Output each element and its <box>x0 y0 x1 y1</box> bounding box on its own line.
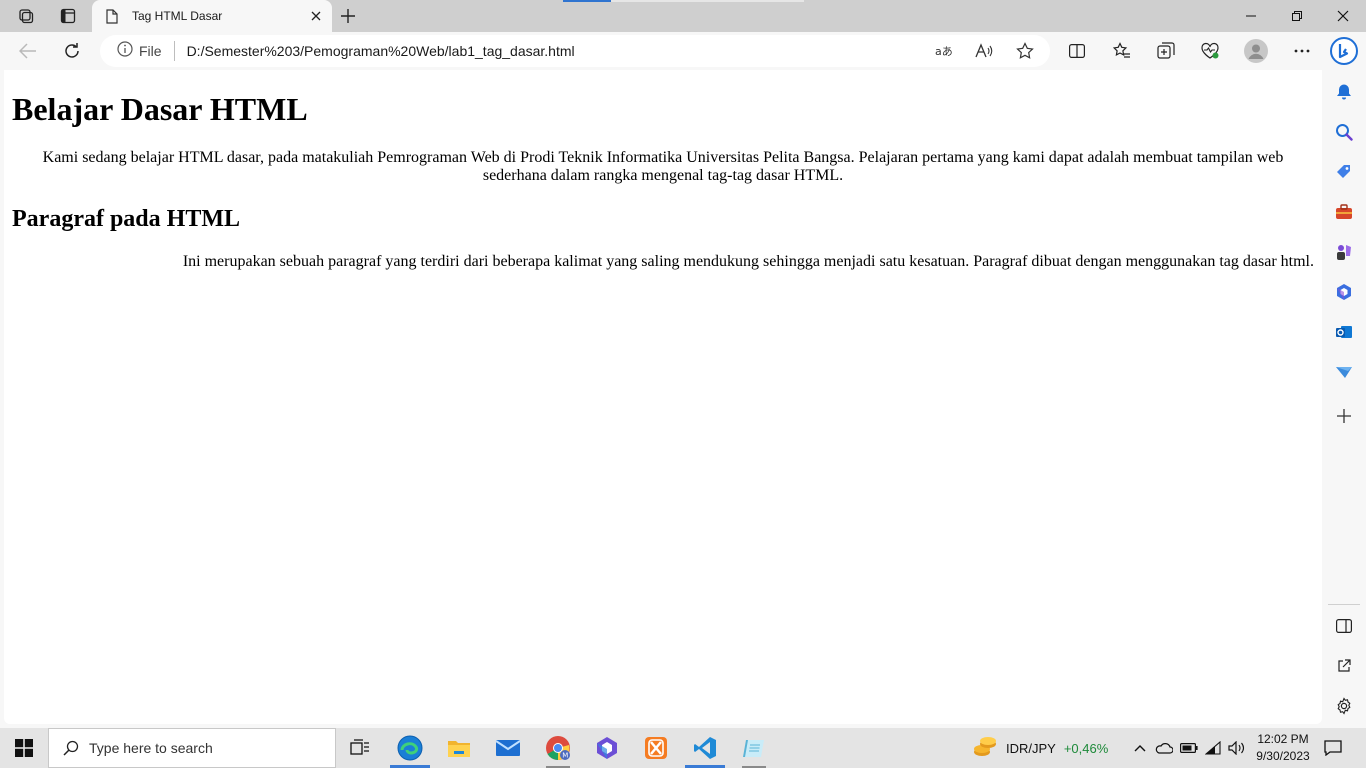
page-heading: Belajar Dasar HTML <box>12 91 308 127</box>
url-text[interactable]: D:/Semester%203/Pemograman%20Web/lab1_ta… <box>187 43 575 59</box>
copilot-app-icon[interactable] <box>583 728 631 768</box>
settings-icon[interactable] <box>1328 690 1360 722</box>
edge-sidebar <box>1322 70 1366 726</box>
site-info-button[interactable]: File <box>117 40 175 62</box>
browser-toolbar: File D:/Semester%203/Pemograman%20Web/la… <box>0 32 1366 70</box>
back-arrow-icon[interactable] <box>12 35 44 67</box>
sidebar-toggle-icon[interactable] <box>1328 610 1360 642</box>
section-paragraph: Ini merupakan sebuah paragraf yang terdi… <box>182 253 1314 270</box>
more-dots-icon[interactable] <box>1286 35 1318 67</box>
active-tab[interactable]: Tag HTML Dasar <box>92 0 332 32</box>
close-window-icon[interactable] <box>1320 0 1366 32</box>
info-icon <box>117 40 133 62</box>
clock-time: 12:02 PM <box>1257 732 1309 746</box>
outlook-icon[interactable] <box>1328 316 1360 348</box>
workspaces-icon[interactable] <box>6 0 46 32</box>
restore-icon[interactable] <box>1274 0 1320 32</box>
vscode-icon[interactable] <box>681 728 729 768</box>
tab-title: Tag HTML Dasar <box>132 9 223 23</box>
loading-indicator <box>563 0 611 2</box>
site-info-label: File <box>139 43 162 59</box>
page-content: Belajar Dasar HTML Kami sedang belajar H… <box>4 91 1322 271</box>
svg-text:M: M <box>562 752 568 760</box>
search-icon[interactable] <box>1328 116 1360 148</box>
page-viewport: Belajar Dasar HTML Kami sedang belajar H… <box>4 70 1322 724</box>
clock-date: 9/30/2023 <box>1256 749 1310 763</box>
windows-taskbar: Type here to search M IDR/JPY +0,46% 12:… <box>0 728 1366 768</box>
external-link-icon[interactable] <box>1328 650 1360 682</box>
edge-icon[interactable] <box>386 728 434 768</box>
shopping-tag-icon[interactable] <box>1328 156 1360 188</box>
drop-icon[interactable] <box>1328 356 1360 388</box>
games-icon[interactable] <box>1328 236 1360 268</box>
notepad-icon[interactable] <box>730 728 778 768</box>
currency-widget[interactable]: IDR/JPY +0,46% <box>972 728 1108 768</box>
widget-label: IDR/JPY <box>1006 740 1056 756</box>
task-view-icon[interactable] <box>336 728 384 768</box>
chevron-up-icon[interactable] <box>1128 728 1152 768</box>
bing-copilot-icon[interactable] <box>1328 35 1360 67</box>
wifi-icon[interactable] <box>1201 728 1225 768</box>
chrome-icon[interactable]: M <box>534 728 582 768</box>
loading-track <box>611 0 804 2</box>
search-placeholder: Type here to search <box>89 740 213 756</box>
magnifier-icon <box>61 738 81 758</box>
sidebar-divider <box>1328 604 1360 605</box>
widget-change: +0,46% <box>1063 740 1109 756</box>
minimize-icon[interactable] <box>1228 0 1274 32</box>
coins-icon <box>972 734 998 763</box>
microsoft365-icon[interactable] <box>1328 276 1360 308</box>
bell-icon[interactable] <box>1328 76 1360 108</box>
system-clock[interactable]: 12:02 PM 9/30/2023 <box>1248 728 1318 768</box>
toolbox-icon[interactable] <box>1328 196 1360 228</box>
onedrive-icon[interactable] <box>1152 728 1176 768</box>
file-icon <box>104 8 120 24</box>
xampp-icon[interactable] <box>632 728 680 768</box>
file-explorer-icon[interactable] <box>435 728 483 768</box>
windows-start-icon[interactable] <box>0 728 48 768</box>
mail-icon[interactable] <box>484 728 532 768</box>
address-bar[interactable]: File D:/Semester%203/Pemograman%20Web/la… <box>100 35 1050 67</box>
intro-paragraph: Kami sedang belajar HTML dasar, pada mat… <box>42 149 1284 184</box>
svg-text:aあ: aあ <box>935 45 953 58</box>
section-heading: Paragraf pada HTML <box>12 206 240 232</box>
split-screen-icon[interactable] <box>1061 35 1093 67</box>
notification-icon[interactable] <box>1318 728 1348 768</box>
volume-icon[interactable] <box>1225 728 1249 768</box>
profile-avatar[interactable] <box>1240 35 1272 67</box>
star-icon[interactable] <box>1009 35 1041 67</box>
collections-icon[interactable] <box>1150 35 1182 67</box>
plus-icon[interactable] <box>328 0 368 32</box>
translate-icon[interactable]: aあ <box>928 35 960 67</box>
close-tab-icon[interactable] <box>302 2 330 30</box>
heart-pulse-icon[interactable] <box>1194 35 1226 67</box>
battery-icon[interactable] <box>1177 728 1201 768</box>
read-aloud-icon[interactable] <box>968 35 1000 67</box>
tab-strip: Tag HTML Dasar <box>0 0 1366 32</box>
taskbar-search-box[interactable]: Type here to search <box>48 728 336 768</box>
favorites-icon[interactable] <box>1106 35 1138 67</box>
refresh-icon[interactable] <box>56 35 88 67</box>
tab-actions-icon[interactable] <box>48 0 88 32</box>
add-icon[interactable] <box>1328 400 1360 432</box>
